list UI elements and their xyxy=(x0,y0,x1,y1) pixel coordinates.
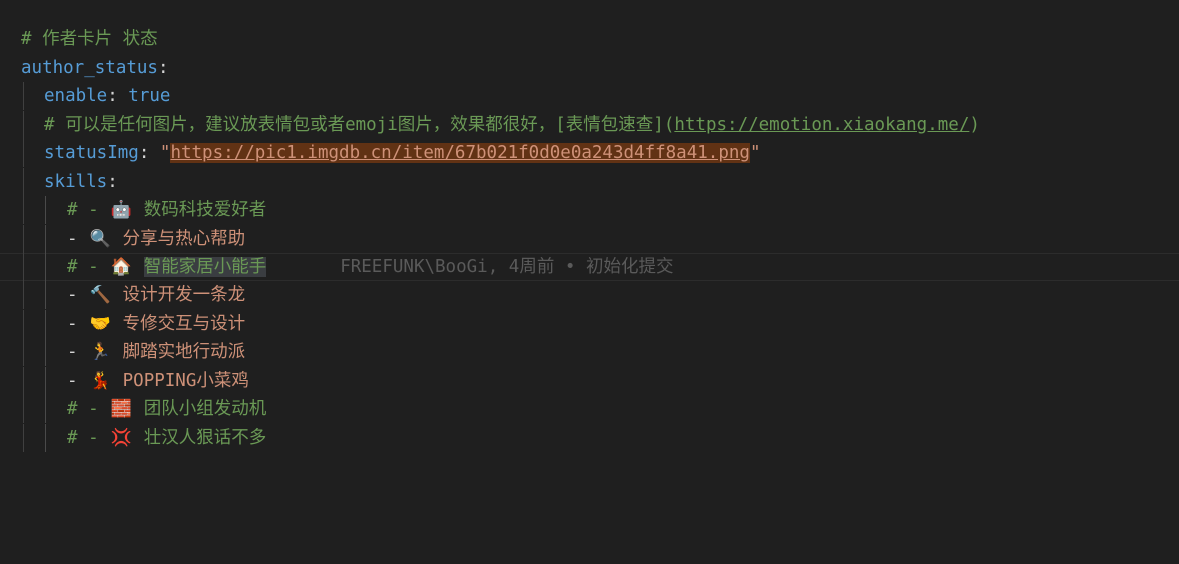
house-icon: 🏠 xyxy=(110,257,132,277)
code-line-2[interactable]: author_status: xyxy=(0,54,1179,82)
indent-guide xyxy=(45,395,46,423)
yaml-key-statusimg: statusImg xyxy=(44,143,139,163)
yaml-key-enable: enable xyxy=(44,86,108,106)
skill-line[interactable]: # - 🧱 团队小组发动机 xyxy=(0,395,1179,423)
code-line-3[interactable]: enable: true xyxy=(0,82,1179,110)
indent-guide xyxy=(23,168,24,196)
code-line-5[interactable]: statusImg: "https://pic1.imgdb.cn/item/6… xyxy=(0,139,1179,167)
indent-guide xyxy=(45,367,46,395)
status-img-url-link[interactable]: https://pic1.imgdb.cn/item/67b021f0d0e0a… xyxy=(170,143,750,163)
yaml-colon: : xyxy=(157,58,169,78)
indent-guide xyxy=(23,139,24,167)
comment-statusimg-hint: # 可以是任何图片，建议放表情包或者emoji图片，效果都很好，[表情包速查]( xyxy=(44,115,675,135)
yaml-key-skills: skills xyxy=(44,172,108,192)
skill-text: 智能家居小能手 xyxy=(143,257,267,277)
skill-text: 团队小组发动机 xyxy=(143,399,267,419)
skill-text: 专修交互与设计 xyxy=(122,314,246,334)
yaml-key-author-status: author_status xyxy=(21,58,158,78)
skill-line[interactable]: - 🤝 专修交互与设计 xyxy=(0,310,1179,338)
skill-text: POPPING小菜鸡 xyxy=(122,371,249,391)
indent-guide xyxy=(23,111,24,139)
indent-guide xyxy=(45,225,46,253)
skill-text: 脚踏实地行动派 xyxy=(122,342,246,362)
skill-line-current[interactable]: # - 🏠 智能家居小能手 FREEFUNK\BooGi, 4周前 • 初始化提交 xyxy=(0,253,1179,281)
robot-icon: 🤖 xyxy=(110,200,132,220)
bricks-icon: 🧱 xyxy=(110,399,132,419)
skill-line[interactable]: # - 💢 壮汉人狠话不多 xyxy=(0,424,1179,452)
skill-text: 分享与热心帮助 xyxy=(122,229,246,249)
magnifier-icon: 🔍 xyxy=(89,229,111,249)
indent-guide xyxy=(45,281,46,309)
comment-card-status: # 作者卡片 状态 xyxy=(21,29,158,49)
git-blame-annotation[interactable]: FREEFUNK\BooGi, 4周前 • 初始化提交 xyxy=(340,257,673,277)
anger-icon: 💢 xyxy=(110,428,132,448)
indent-guide xyxy=(45,310,46,338)
code-line-4[interactable]: # 可以是任何图片，建议放表情包或者emoji图片，效果都很好，[表情包速查](… xyxy=(0,111,1179,139)
yaml-value-true: true xyxy=(128,86,171,106)
runner-icon: 🏃 xyxy=(89,342,111,362)
skill-text: 壮汉人狠话不多 xyxy=(143,428,267,448)
skill-line[interactable]: - 🔍 分享与热心帮助 xyxy=(0,225,1179,253)
code-line-1[interactable]: # 作者卡片 状态 xyxy=(0,25,1179,53)
indent-guide xyxy=(23,82,24,110)
indent-guide xyxy=(45,338,46,366)
skill-text: 设计开发一条龙 xyxy=(122,285,246,305)
dancer-icon: 💃 xyxy=(89,371,111,391)
skill-line[interactable]: # - 🤖 数码科技爱好者 xyxy=(0,196,1179,224)
handshake-icon: 🤝 xyxy=(89,314,111,334)
skill-line[interactable]: - 💃 POPPING小菜鸡 xyxy=(0,367,1179,395)
code-editor[interactable]: # 作者卡片 状态 author_status: enable: true # … xyxy=(0,0,1179,454)
skill-text: 数码科技爱好者 xyxy=(143,200,267,220)
skill-line[interactable]: - 🔨 设计开发一条龙 xyxy=(0,281,1179,309)
indent-guide xyxy=(45,196,46,224)
indent-guide xyxy=(45,424,46,452)
skill-line[interactable]: - 🏃 脚踏实地行动派 xyxy=(0,338,1179,366)
emotion-link[interactable]: https://emotion.xiaokang.me/ xyxy=(674,115,969,135)
indent-guide xyxy=(45,253,46,281)
hammer-icon: 🔨 xyxy=(89,285,111,305)
code-line-6[interactable]: skills: xyxy=(0,168,1179,196)
